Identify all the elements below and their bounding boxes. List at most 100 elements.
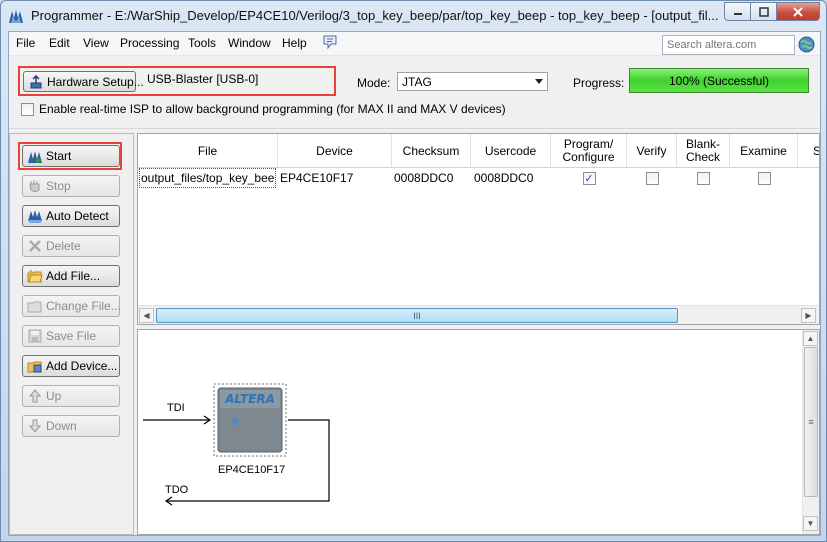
change-file-icon [27,301,42,313]
auto-detect-icon [28,210,42,223]
hardware-value: USB-Blaster [USB-0] [147,72,259,86]
row-file[interactable]: output_files/top_key_bee... [139,168,276,188]
column-checksum[interactable]: Checksum [392,134,471,168]
change-file-label: Change File... [46,299,121,313]
context-help-icon[interactable] [322,35,338,49]
menu-tools[interactable]: Tools [188,36,216,50]
column-blank-check[interactable]: Blank- Check [677,134,730,168]
menu-processing[interactable]: Processing [120,36,179,50]
mode-value: JTAG [402,75,432,89]
stop-button[interactable]: Stop [22,175,120,197]
arrow-up-icon [28,389,42,403]
add-file-label: Add File... [46,269,101,283]
arrow-down-icon [28,419,42,433]
add-device-label: Add Device... [46,359,118,373]
change-file-button[interactable]: Change File... [22,295,121,317]
jtag-chain-panel: ALTERA TDI TDO EP4CE10F17 ▲ ≡ ▼ [137,329,820,535]
programmer-window: Programmer - E:/WarShip_Develop/EP4CE10/… [0,0,827,542]
menu-edit[interactable]: Edit [49,36,70,50]
examine-checkbox[interactable] [757,171,771,185]
globe-icon[interactable] [798,36,815,53]
column-program-configure[interactable]: Program/ Configure [551,134,627,168]
progress-label: Progress: [573,76,625,90]
scroll-left-button[interactable]: ◀ [139,308,154,323]
progress-bar: 100% (Successful) [629,68,809,93]
menu-bar: File Edit View Processing Tools Window H… [9,32,820,56]
fpga-chip-icon: ALTERA [213,383,287,457]
isp-label: Enable real-time ISP to allow background… [39,102,506,116]
close-button[interactable] [777,2,820,21]
vertical-scrollbar[interactable]: ▲ ≡ ▼ [802,330,819,534]
search-input[interactable] [662,35,795,55]
add-file-button[interactable]: Add File... [22,265,120,287]
scroll-grip: III [413,310,421,321]
scroll-down-button[interactable]: ▼ [803,516,818,531]
add-device-icon [27,361,42,373]
start-button[interactable]: Start [22,145,120,167]
menu-window[interactable]: Window [228,36,271,50]
folder-add-icon [27,269,43,283]
hardware-setup-icon [30,74,42,88]
programmer-app-icon [9,10,23,23]
maximize-icon [758,6,769,17]
title-bar[interactable]: Programmer - E:/WarShip_Develop/EP4CE10/… [1,1,826,31]
client-area: File Edit View Processing Tools Window H… [8,31,821,536]
delete-label: Delete [46,239,81,253]
start-label: Start [46,149,72,163]
isp-checkbox[interactable] [21,102,34,116]
horizontal-scrollbar[interactable]: ◀ III ▶ [138,305,819,324]
divider [9,128,820,129]
scroll-grip: ≡ [808,417,814,427]
column-usercode[interactable]: Usercode [471,134,551,168]
progress-text: 100% (Successful) [668,73,770,88]
chevron-down-icon [535,79,543,84]
down-button[interactable]: Down [22,415,120,437]
up-button[interactable]: Up [22,385,120,407]
chain-device-label[interactable]: EP4CE10F17 [218,464,285,476]
hardware-setup-row: Hardware Setup... USB-Blaster [USB-0] Mo… [9,60,820,130]
row-checksum: 0008DDC0 [394,171,454,185]
mode-select[interactable]: JTAG [397,72,548,91]
minimize-button[interactable] [724,2,751,21]
save-icon [28,329,42,343]
maximize-button[interactable] [751,2,777,21]
table-row[interactable]: output_files/top_key_bee... EP4CE10F17 0… [138,168,819,188]
save-file-label: Save File [46,329,97,343]
verify-checkbox[interactable] [645,171,659,185]
jtag-chain-diagram: ALTERA [143,383,330,506]
vertical-scroll-thumb[interactable]: ≡ [804,347,818,497]
save-file-button[interactable]: Save File [22,325,120,347]
column-device[interactable]: Device [278,134,392,168]
menu-file[interactable]: File [16,36,35,50]
menu-view[interactable]: View [83,36,109,50]
close-icon [793,6,803,17]
auto-detect-button[interactable]: Auto Detect [22,205,120,227]
column-examine[interactable]: Examine [730,134,798,168]
mode-label: Mode: [357,76,391,90]
horizontal-scroll-thumb[interactable]: III [156,308,678,323]
column-file[interactable]: File [138,134,278,168]
row-device: EP4CE10F17 [280,171,354,185]
scroll-right-button[interactable]: ▶ [801,308,816,323]
tdi-label: TDI [167,402,185,414]
hardware-setup-button[interactable]: Hardware Setup... [23,71,144,92]
start-icon [28,151,42,163]
auto-detect-label: Auto Detect [46,209,109,223]
column-security[interactable]: S [798,134,819,168]
isp-option[interactable]: Enable real-time ISP to allow background… [21,102,506,116]
tdo-label: TDO [165,484,189,496]
delete-icon [29,240,41,252]
minimize-icon [733,12,742,15]
add-device-button[interactable]: Add Device... [22,355,120,377]
device-table: File Device Checksum Usercode Program/ C… [137,133,820,325]
menu-help[interactable]: Help [282,36,307,50]
blank-check-checkbox[interactable] [697,171,710,185]
column-verify[interactable]: Verify [627,134,677,168]
down-label: Down [46,419,77,433]
row-usercode: 0008DDC0 [474,171,534,185]
table-header: File Device Checksum Usercode Program/ C… [138,134,819,168]
scroll-up-button[interactable]: ▲ [803,331,818,346]
program-checkbox[interactable]: ✓ [582,171,596,185]
altera-logo: ALTERA [224,392,275,406]
delete-button[interactable]: Delete [22,235,120,257]
